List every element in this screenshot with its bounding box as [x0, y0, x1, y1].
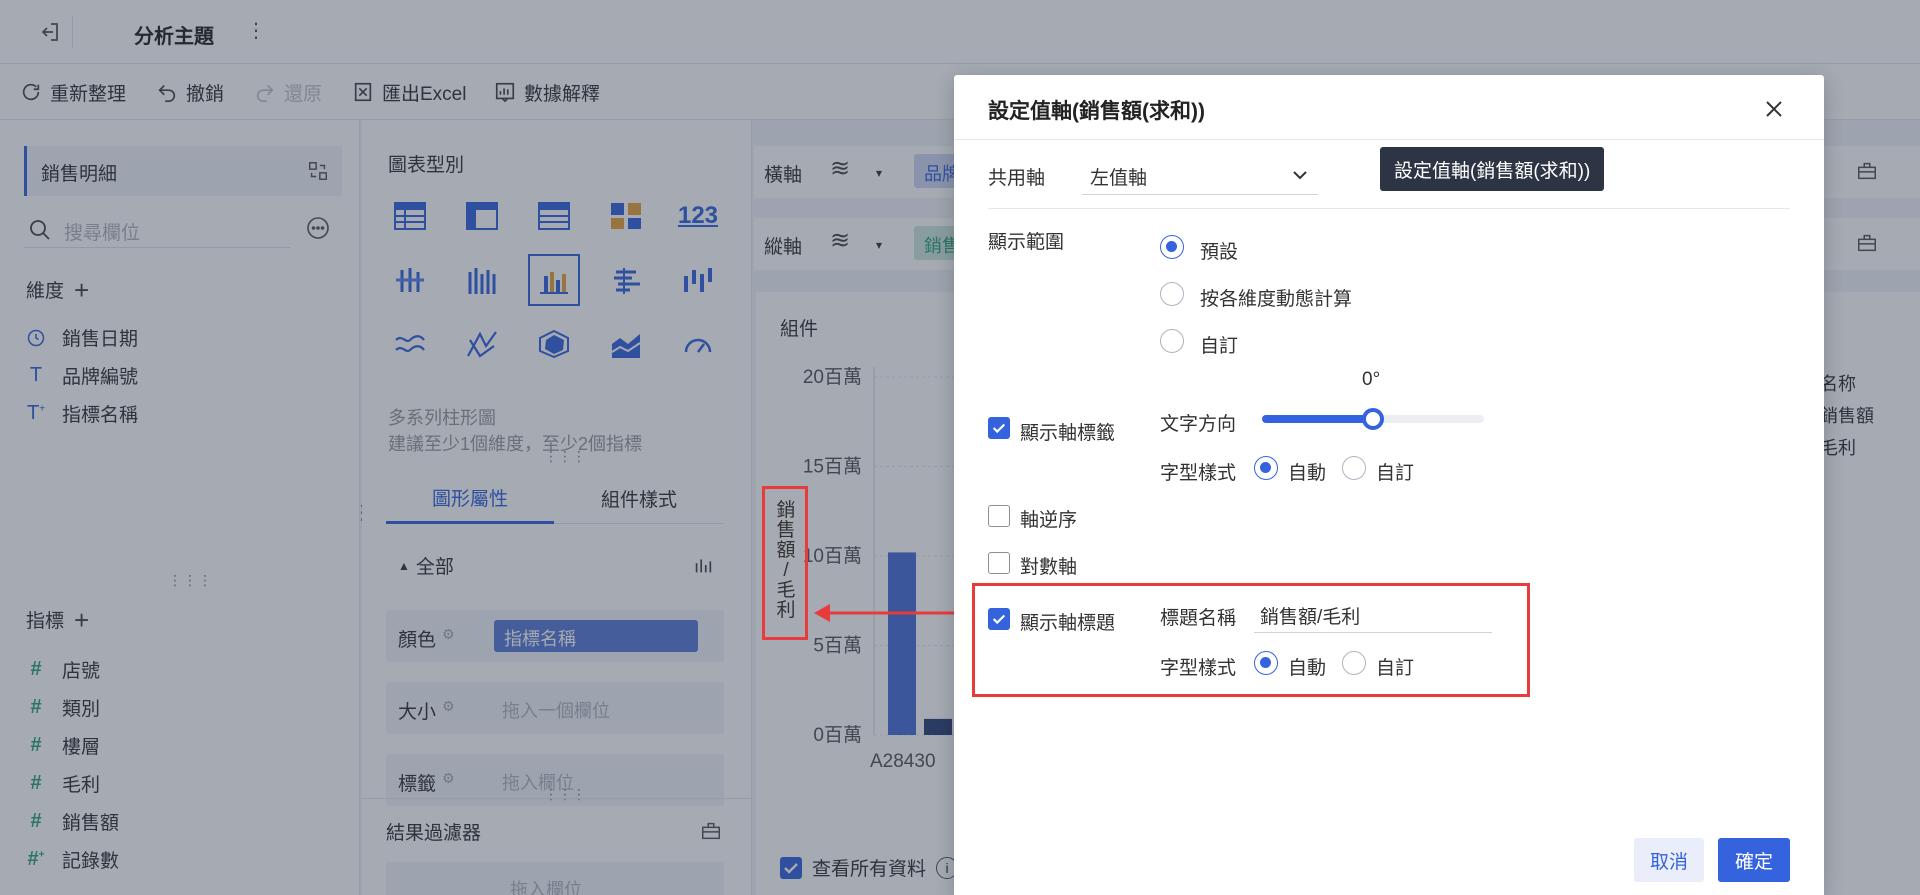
axis-title-char: 售 [776, 520, 796, 541]
radio-font-custom[interactable] [1342, 456, 1366, 480]
close-icon[interactable] [1762, 97, 1786, 121]
shared-axis-value: 左值軸 [1090, 168, 1148, 189]
range-option-label: 預設 [1200, 242, 1239, 263]
font-auto-label: 自動 [1288, 463, 1327, 484]
confirm-button[interactable]: 確定 [1718, 838, 1790, 882]
font-style-label: 字型樣式 [1160, 463, 1237, 484]
radio-font-auto[interactable] [1254, 456, 1278, 480]
cancel-button[interactable]: 取消 [1634, 838, 1704, 882]
slider-handle[interactable] [1362, 408, 1384, 430]
log-axis-checkbox[interactable] [988, 552, 1010, 574]
reverse-axis-label: 軸逆序 [1020, 510, 1078, 531]
font-style-label: 字型樣式 [1160, 658, 1237, 679]
radio-range-default[interactable] [1160, 235, 1184, 259]
reverse-axis-checkbox[interactable] [988, 505, 1010, 527]
axis-settings-dialog: 設定值軸(銷售額(求和)) 共用軸 左值軸 設定值軸(銷售額(求和)) 顯示範圍… [954, 75, 1824, 895]
tooltip-text: 設定值軸(銷售額(求和)) [1394, 160, 1591, 182]
radio-title-font-custom[interactable] [1342, 651, 1366, 675]
radio-title-font-auto[interactable] [1254, 651, 1278, 675]
cancel-label: 取消 [1649, 851, 1688, 873]
title-name-input[interactable]: 銷售額/毛利 [1254, 593, 1492, 633]
show-axis-label-checkbox[interactable] [988, 417, 1010, 439]
range-option-label: 按各維度動態計算 [1200, 289, 1353, 310]
title-name-label: 標題名稱 [1160, 608, 1237, 629]
dialog-title: 設定值軸(銷售額(求和)) [988, 100, 1205, 123]
slider-fill [1262, 415, 1373, 423]
title-name-value: 銷售額/毛利 [1260, 607, 1361, 628]
chevron-down-icon [1293, 171, 1307, 180]
confirm-label: 確定 [1734, 851, 1773, 873]
radio-range-dynamic[interactable] [1160, 282, 1184, 306]
show-axis-title-label: 顯示軸標題 [1020, 613, 1116, 634]
font-custom-label: 自訂 [1376, 658, 1415, 679]
range-option-label: 自訂 [1200, 336, 1239, 357]
axis-title-char: / [783, 560, 789, 581]
axis-title-highlight: 銷 售 額 / 毛 利 [762, 486, 808, 640]
divider [988, 208, 1790, 209]
tooltip: 設定值軸(銷售額(求和)) [1380, 147, 1605, 191]
range-label: 顯示範圍 [988, 232, 1065, 253]
divider [954, 139, 1824, 140]
font-custom-label: 自訂 [1376, 463, 1415, 484]
show-axis-label-text: 顯示軸標籤 [1020, 423, 1116, 444]
radio-range-custom[interactable] [1160, 329, 1184, 353]
axis-title-vertical: 銷 售 額 / 毛 利 [775, 501, 797, 621]
text-direction-slider[interactable] [1262, 408, 1484, 430]
show-axis-title-checkbox[interactable] [988, 608, 1010, 630]
annotation-arrow [814, 604, 956, 622]
log-axis-label: 對數軸 [1020, 557, 1078, 578]
text-direction-label: 文字方向 [1160, 414, 1237, 435]
angle-value: 0° [1362, 369, 1381, 390]
axis-title-char: 利 [776, 600, 796, 621]
shared-axis-select[interactable]: 左值軸 [1082, 153, 1318, 195]
shared-axis-label: 共用軸 [988, 168, 1046, 189]
axis-title-char: 毛 [776, 580, 796, 601]
axis-title-char: 銷 [776, 500, 796, 521]
font-auto-label: 自動 [1288, 658, 1327, 679]
axis-title-char: 額 [776, 540, 796, 561]
